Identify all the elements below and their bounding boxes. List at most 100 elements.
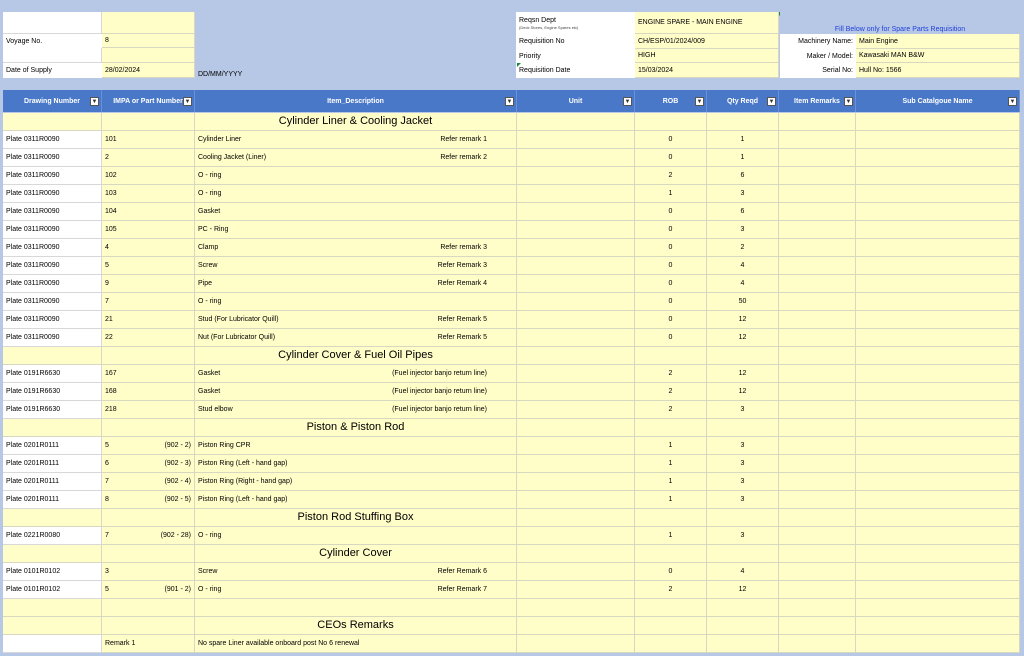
- unit-cell[interactable]: [517, 167, 635, 185]
- item-remarks-cell[interactable]: [779, 401, 856, 419]
- rob-cell[interactable]: 0: [635, 221, 707, 239]
- part-number-cell[interactable]: 7 (902 - 28): [102, 527, 195, 545]
- part-number-cell[interactable]: 167: [102, 365, 195, 383]
- rob-cell[interactable]: 1: [635, 473, 707, 491]
- rob-cell[interactable]: 1: [635, 185, 707, 203]
- item-description-cell[interactable]: PC - Ring: [195, 221, 517, 239]
- item-description-cell[interactable]: O - ring: [195, 527, 517, 545]
- item-description-cell[interactable]: Screw Refer Remark 6: [195, 563, 517, 581]
- sub-catalogue-cell[interactable]: [856, 221, 1020, 239]
- drawing-number-cell[interactable]: Plate 0311R0090: [3, 275, 102, 293]
- rob-cell[interactable]: 1: [635, 491, 707, 509]
- qty-reqd-cell[interactable]: 1: [707, 149, 779, 167]
- rob-cell[interactable]: 0: [635, 131, 707, 149]
- item-description-cell[interactable]: Cylinder Liner Refer remark 1: [195, 131, 517, 149]
- rob-cell[interactable]: 1: [635, 437, 707, 455]
- item-remarks-cell[interactable]: [779, 329, 856, 347]
- filter-dropdown-icon[interactable]: ▼: [505, 97, 514, 106]
- item-description-cell[interactable]: Cooling Jacket (Liner) Refer remark 2: [195, 149, 517, 167]
- sub-catalogue-cell[interactable]: [856, 131, 1020, 149]
- rob-cell[interactable]: 1: [635, 455, 707, 473]
- blank-cell[interactable]: [856, 617, 1020, 635]
- qty-reqd-cell[interactable]: 3: [707, 527, 779, 545]
- item-description-cell[interactable]: Gasket (Fuel injector banjo return line): [195, 383, 517, 401]
- blank-cell[interactable]: [779, 545, 856, 563]
- filter-dropdown-icon[interactable]: ▼: [695, 97, 704, 106]
- blank-cell[interactable]: [635, 617, 707, 635]
- unit-cell[interactable]: [517, 131, 635, 149]
- unit-cell[interactable]: [517, 563, 635, 581]
- unit-cell[interactable]: [517, 365, 635, 383]
- unit-cell[interactable]: [517, 311, 635, 329]
- blank-cell[interactable]: [517, 635, 635, 653]
- blank-cell[interactable]: [102, 12, 195, 34]
- blank-cell[interactable]: [635, 545, 707, 563]
- unit-cell[interactable]: [517, 527, 635, 545]
- part-number-cell[interactable]: 103: [102, 185, 195, 203]
- item-remarks-cell[interactable]: [779, 239, 856, 257]
- sub-catalogue-cell[interactable]: [856, 293, 1020, 311]
- rob-cell[interactable]: 2: [635, 365, 707, 383]
- reqsn-dept-value[interactable]: ENGINE SPARE - MAIN ENGINE: [635, 12, 779, 34]
- item-description-cell[interactable]: Nut (For Lubricator Quill) Refer Remark 5: [195, 329, 517, 347]
- blank-cell[interactable]: [856, 113, 1020, 131]
- sub-catalogue-cell[interactable]: [856, 185, 1020, 203]
- sub-catalogue-cell[interactable]: [856, 239, 1020, 257]
- qty-reqd-cell[interactable]: 50: [707, 293, 779, 311]
- drawing-number-cell[interactable]: Plate 0191R6630: [3, 365, 102, 383]
- item-description-cell[interactable]: Piston Ring (Left - hand gap): [195, 491, 517, 509]
- blank-cell[interactable]: [707, 617, 779, 635]
- item-description-cell[interactable]: O - ring Refer Remark 7: [195, 581, 517, 599]
- sub-catalogue-cell[interactable]: [856, 329, 1020, 347]
- filter-dropdown-icon[interactable]: ▼: [1008, 97, 1017, 106]
- sub-catalogue-cell[interactable]: [856, 311, 1020, 329]
- sub-catalogue-cell[interactable]: [856, 455, 1020, 473]
- filter-dropdown-icon[interactable]: ▼: [767, 97, 776, 106]
- blank-cell[interactable]: [3, 347, 102, 365]
- blank-cell[interactable]: [517, 617, 635, 635]
- item-remarks-cell[interactable]: [779, 311, 856, 329]
- rob-cell[interactable]: 0: [635, 275, 707, 293]
- drawing-number-cell[interactable]: Plate 0201R0111: [3, 491, 102, 509]
- qty-reqd-cell[interactable]: 3: [707, 491, 779, 509]
- qty-reqd-cell[interactable]: 2: [707, 239, 779, 257]
- qty-reqd-cell[interactable]: 12: [707, 383, 779, 401]
- unit-cell[interactable]: [517, 293, 635, 311]
- unit-cell[interactable]: [517, 149, 635, 167]
- blank-cell[interactable]: [856, 635, 1020, 653]
- blank-cell[interactable]: [779, 599, 856, 617]
- blank-cell[interactable]: [3, 509, 102, 527]
- column-header-unit[interactable]: Unit: [517, 90, 635, 112]
- blank-cell[interactable]: [635, 347, 707, 365]
- part-number-cell[interactable]: 5 (902 - 2): [102, 437, 195, 455]
- unit-cell[interactable]: [517, 239, 635, 257]
- blank-cell[interactable]: [517, 509, 635, 527]
- blank-cell[interactable]: [707, 545, 779, 563]
- blank-cell[interactable]: [707, 347, 779, 365]
- unit-cell[interactable]: [517, 401, 635, 419]
- blank-cell[interactable]: [517, 347, 635, 365]
- part-number-cell[interactable]: 4: [102, 239, 195, 257]
- unit-cell[interactable]: [517, 473, 635, 491]
- blank-cell[interactable]: [635, 509, 707, 527]
- sub-catalogue-cell[interactable]: [856, 401, 1020, 419]
- part-number-cell[interactable]: 168: [102, 383, 195, 401]
- item-remarks-cell[interactable]: [779, 383, 856, 401]
- part-number-cell[interactable]: 7 (902 - 4): [102, 473, 195, 491]
- column-header-drawing-number[interactable]: Drawing Number: [3, 90, 102, 112]
- sub-catalogue-cell[interactable]: [856, 473, 1020, 491]
- part-number-cell[interactable]: 5: [102, 257, 195, 275]
- part-number-cell[interactable]: 104: [102, 203, 195, 221]
- qty-reqd-cell[interactable]: 4: [707, 275, 779, 293]
- blank-cell[interactable]: [779, 347, 856, 365]
- blank-cell[interactable]: [707, 113, 779, 131]
- item-remarks-cell[interactable]: [779, 185, 856, 203]
- part-number-cell[interactable]: 102: [102, 167, 195, 185]
- item-remarks-cell[interactable]: [779, 275, 856, 293]
- blank-cell[interactable]: [707, 419, 779, 437]
- blank-cell[interactable]: [102, 509, 195, 527]
- drawing-number-cell[interactable]: Plate 0311R0090: [3, 149, 102, 167]
- unit-cell[interactable]: [517, 383, 635, 401]
- item-remarks-cell[interactable]: [779, 221, 856, 239]
- drawing-number-cell[interactable]: Plate 0311R0090: [3, 185, 102, 203]
